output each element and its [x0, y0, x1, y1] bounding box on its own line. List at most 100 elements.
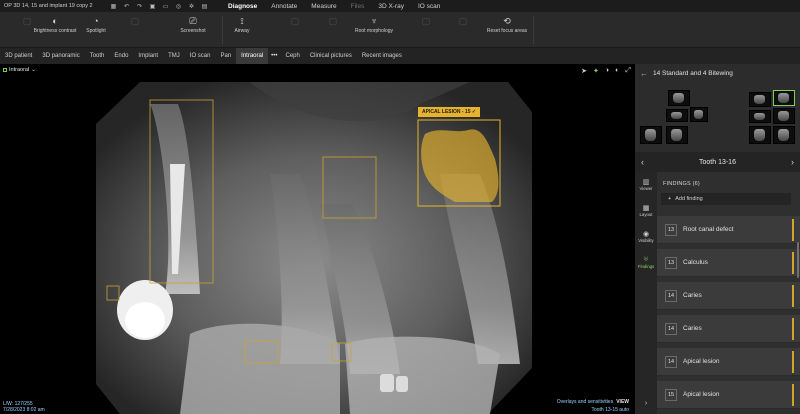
help-icon[interactable]: ◎	[175, 3, 182, 10]
save-icon[interactable]: ▣	[149, 3, 156, 10]
series-header: ← 14 Standard and 4 Bitewing	[635, 64, 800, 82]
tab-endo[interactable]: Endo	[109, 48, 133, 64]
module-tabs: 3D patient 3D panoramic Tooth Endo Impla…	[0, 48, 800, 64]
invert-icon[interactable]: ◐	[615, 67, 619, 75]
finding-bar	[792, 318, 794, 340]
finding-row[interactable]: 14 Apical lesion	[657, 348, 800, 376]
collapse-panel-icon[interactable]: ›	[635, 400, 657, 408]
more-icon[interactable]: •••	[268, 53, 280, 59]
sidebar-item-label: Visibility	[638, 238, 654, 243]
settings-icon[interactable]: ✲	[188, 3, 195, 10]
thumbnail[interactable]	[640, 126, 662, 144]
sidebar-item-layout[interactable]: ▦ Layout	[635, 204, 657, 217]
tooth-navigator: ‹ Tooth 13-16 ›	[635, 152, 800, 172]
back-arrow-icon[interactable]: ←	[635, 69, 653, 78]
tooth-icon: ♆	[370, 16, 378, 26]
print-icon[interactable]: ▭	[162, 3, 169, 10]
tab-recent-images[interactable]: Recent images	[357, 48, 407, 64]
expand-icon[interactable]: ⤢	[625, 67, 631, 75]
tab-3d-patient[interactable]: 3D patient	[0, 48, 37, 64]
finding-row[interactable]: 14 Caries	[657, 315, 800, 343]
finding-tooth-number: 14	[665, 289, 677, 302]
tab-clinical-pictures[interactable]: Clinical pictures	[305, 48, 357, 64]
tab-tmj[interactable]: TMJ	[163, 48, 185, 64]
tab-3d-panoramic[interactable]: 3D panoramic	[37, 48, 84, 64]
sidebar-item-label: Findings	[637, 264, 655, 269]
thumbnail[interactable]	[666, 109, 688, 122]
next-tooth-icon[interactable]: ›	[791, 157, 794, 167]
reset-focus-areas-button[interactable]: ⟲ Reset focus areas	[484, 16, 530, 34]
thumbnail[interactable]	[773, 108, 795, 124]
thumbnail[interactable]	[749, 92, 771, 107]
layout-icon: ▦	[642, 205, 650, 212]
findings-scrollbar[interactable]	[797, 242, 799, 278]
chevron-right-icon: ›	[644, 400, 648, 407]
cursor-icon[interactable]: ➤	[581, 67, 587, 75]
overlay-view-link[interactable]: VIEW	[616, 399, 629, 405]
sidebar-item-label: Layout	[639, 212, 653, 217]
prev-tooth-icon[interactable]: ‹	[641, 157, 644, 167]
tab-ceph[interactable]: Ceph	[280, 48, 304, 64]
thumbnail[interactable]	[773, 126, 795, 144]
screenshot-label: Screenshot	[180, 28, 206, 34]
add-finding-placeholder: Add finding	[675, 196, 703, 202]
check-icon[interactable]: ✓	[472, 109, 476, 115]
folder-icon[interactable]: ▤	[201, 3, 208, 10]
tab-intraoral[interactable]: Intraoral	[236, 48, 269, 64]
viewer-label[interactable]: Intraoral ⌄	[3, 67, 36, 73]
title-bar: OP 3D 14, 15 and implant 19 copy 2 ▦ ↶ ↷…	[0, 0, 800, 12]
airway-button[interactable]: ⟟ Airway	[219, 16, 265, 34]
xray-viewer[interactable]: Intraoral ⌄ ➤ ✦ ◑ ◐ ⤢ APICAL LESION - 15 …	[0, 64, 635, 414]
thumbnail[interactable]	[749, 126, 771, 144]
thumbnail[interactable]	[666, 126, 688, 144]
disabled-tool-4: ▢	[310, 16, 356, 28]
undo-icon[interactable]: ↶	[123, 3, 130, 10]
tab-annotate[interactable]: Annotate	[271, 3, 297, 10]
tab-3d-xray[interactable]: 3D X-ray	[378, 3, 404, 10]
thumbnail[interactable]	[690, 107, 708, 122]
brightness-contrast-button[interactable]: ◐ Brightness contrast	[32, 16, 78, 34]
redo-icon[interactable]: ↷	[136, 3, 143, 10]
finding-row[interactable]: 13 Root canal defect	[657, 216, 800, 244]
grid-icon[interactable]: ▦	[110, 3, 117, 10]
right-panel: ← 14 Standard and 4 Bitewing ‹ Tooth 13-…	[635, 64, 800, 414]
disabled-tool-2-icon: ▢	[130, 16, 140, 26]
viewer-tools: ➤ ✦ ◑ ◐ ⤢	[581, 67, 631, 75]
eye-icon: ◉	[642, 231, 650, 238]
screenshot-button[interactable]: ⎚ Screenshot	[170, 16, 216, 34]
tab-diagnose[interactable]: Diagnose	[228, 3, 257, 10]
tab-io-scan-module[interactable]: IO scan	[185, 48, 216, 64]
finding-bar	[792, 351, 794, 373]
lesion-tag[interactable]: APICAL LESION - 15 ✓	[418, 107, 481, 117]
tab-files[interactable]: Files	[351, 3, 365, 10]
tooth-nav-label: Tooth 13-16	[699, 158, 736, 166]
root-morphology-label: Root morphology	[354, 28, 394, 34]
sidebar-item-label: Viewer	[639, 186, 653, 191]
root-morphology-button[interactable]: ♆ Root morphology	[351, 16, 397, 34]
contrast-icon[interactable]: ◑	[605, 67, 609, 75]
thumbnail[interactable]	[668, 90, 690, 106]
add-finding-input[interactable]: + Add finding	[661, 193, 791, 205]
sidebar-item-viewer[interactable]: ▥ Viewer	[635, 178, 657, 191]
finding-row[interactable]: 15 Apical lesion	[657, 381, 800, 409]
tab-pan[interactable]: Pan	[215, 48, 236, 64]
overlay-info: Overlays and sensitivities VIEW	[557, 399, 629, 405]
finding-bar	[792, 219, 794, 241]
tab-measure[interactable]: Measure	[311, 3, 336, 10]
finding-row[interactable]: 13 Calculus	[657, 249, 800, 277]
disabled-tool-6: ▢	[440, 16, 486, 28]
overlay-text: Overlays and sensitivities	[556, 399, 614, 405]
tab-io-scan[interactable]: IO scan	[418, 3, 440, 10]
thumbnail[interactable]	[749, 110, 771, 123]
tab-implant[interactable]: Implant	[133, 48, 163, 64]
tab-tooth[interactable]: Tooth	[85, 48, 110, 64]
disabled-tool-6-icon: ▢	[458, 16, 468, 26]
image-date-text: 7/28/2023 8:02 am	[3, 407, 45, 413]
main-tabs: Diagnose Annotate Measure Files 3D X-ray…	[228, 3, 440, 10]
sidebar-item-visibility[interactable]: ◉ Visibility	[635, 230, 657, 243]
finding-bar	[792, 285, 794, 307]
finding-row[interactable]: 14 Caries	[657, 282, 800, 310]
sidebar-item-findings[interactable]: ♅ Findings	[635, 256, 657, 269]
pointer-icon[interactable]: ✦	[593, 67, 599, 75]
thumbnail-selected[interactable]	[773, 90, 795, 106]
